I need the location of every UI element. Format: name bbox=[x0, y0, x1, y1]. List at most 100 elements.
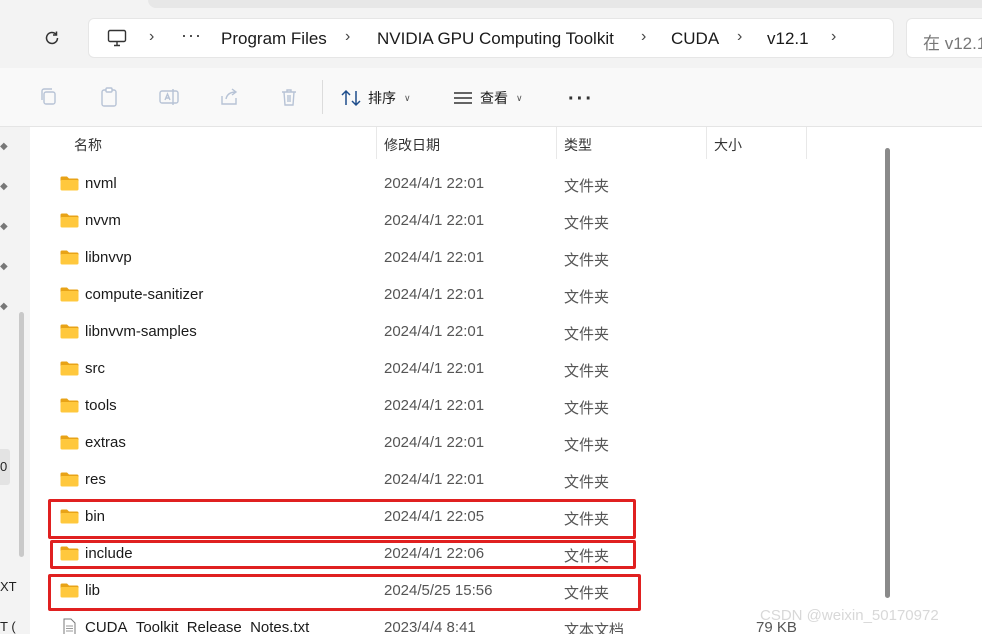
sort-button[interactable]: 排序 ∨ bbox=[340, 86, 411, 110]
breadcrumb-nvidia-toolkit[interactable]: NVIDIA GPU Computing Toolkit bbox=[377, 29, 614, 49]
command-bar: 排序 ∨ 查看 ∨ ··· bbox=[0, 68, 982, 127]
view-button[interactable]: 查看 ∨ bbox=[452, 86, 523, 110]
refresh-button[interactable] bbox=[40, 26, 64, 50]
file-type: 文件夹 bbox=[564, 363, 610, 380]
folder-icon bbox=[60, 287, 79, 302]
copy-icon[interactable] bbox=[38, 86, 60, 108]
column-header-size[interactable]: 大小 bbox=[707, 127, 807, 159]
file-name: bin bbox=[85, 508, 106, 525]
nav-item-fragment[interactable]: 0 bbox=[0, 459, 7, 474]
breadcrumb-program-files[interactable]: Program Files bbox=[221, 29, 327, 49]
file-type: 文件夹 bbox=[564, 548, 610, 565]
delete-icon[interactable] bbox=[278, 86, 300, 108]
pin-icon[interactable]: ◆ bbox=[0, 261, 8, 272]
file-row[interactable]: nvvm 2024/4/1 22:01 文件夹 bbox=[32, 202, 872, 239]
search-placeholder: 在 v12.1 bbox=[923, 34, 982, 53]
paste-icon[interactable] bbox=[98, 86, 120, 108]
file-date: 2024/4/1 22:01 bbox=[384, 323, 485, 340]
file-row[interactable]: tools 2024/4/1 22:01 文件夹 bbox=[32, 387, 872, 424]
nav-item-fragment[interactable]: T ( bbox=[0, 619, 16, 634]
pin-icon[interactable]: ◆ bbox=[0, 181, 8, 192]
file-row[interactable]: libnvvp 2024/4/1 22:01 文件夹 bbox=[32, 239, 872, 276]
column-header-date[interactable]: 修改日期 bbox=[377, 127, 557, 159]
file-name: res bbox=[85, 471, 106, 488]
chevron-right-icon[interactable]: › bbox=[737, 28, 742, 46]
vertical-scrollbar[interactable] bbox=[885, 148, 890, 598]
breadcrumb-v12-1[interactable]: v12.1 bbox=[767, 29, 809, 49]
file-type: 文件夹 bbox=[564, 585, 610, 602]
pin-icon[interactable]: ◆ bbox=[0, 221, 8, 232]
share-icon[interactable] bbox=[218, 86, 240, 108]
column-size-label: 大小 bbox=[714, 137, 742, 153]
chevron-right-icon[interactable]: › bbox=[345, 28, 350, 46]
file-name: tools bbox=[85, 397, 117, 414]
file-date: 2024/4/1 22:01 bbox=[384, 397, 485, 414]
pin-icon[interactable]: ◆ bbox=[0, 141, 8, 152]
file-date: 2024/4/1 22:01 bbox=[384, 175, 485, 192]
file-row[interactable]: bin 2024/4/1 22:05 文件夹 bbox=[32, 498, 872, 535]
file-type: 文件夹 bbox=[564, 215, 610, 232]
file-type: 文件夹 bbox=[564, 474, 610, 491]
file-name: lib bbox=[85, 582, 101, 599]
sort-icon bbox=[341, 89, 361, 107]
file-date: 2024/4/1 22:01 bbox=[384, 249, 485, 266]
breadcrumb-overflow-button[interactable]: ··· bbox=[181, 25, 202, 46]
folder-icon bbox=[60, 398, 79, 413]
folder-icon bbox=[60, 213, 79, 228]
file-row[interactable]: libnvvm-samples 2024/4/1 22:01 文件夹 bbox=[32, 313, 872, 350]
folder-icon bbox=[60, 509, 79, 524]
this-pc-icon[interactable] bbox=[107, 29, 127, 47]
file-date: 2024/4/1 22:01 bbox=[384, 434, 485, 451]
navigation-scrollbar[interactable] bbox=[19, 312, 24, 557]
file-name: compute-sanitizer bbox=[85, 286, 204, 303]
file-name: include bbox=[85, 545, 133, 562]
chevron-right-icon[interactable]: › bbox=[641, 28, 646, 46]
column-header-type[interactable]: 类型 bbox=[557, 127, 707, 159]
file-date: 2024/4/1 22:01 bbox=[384, 360, 485, 377]
file-type: 文件夹 bbox=[564, 437, 610, 454]
chevron-right-icon[interactable]: › bbox=[149, 28, 154, 46]
file-row[interactable]: CUDA_Toolkit_Release_Notes.txt 2023/4/4 8… bbox=[32, 609, 872, 634]
column-name-label: 名称 bbox=[74, 137, 102, 153]
sort-label: 排序 bbox=[368, 90, 396, 106]
file-row[interactable]: nvml 2024/4/1 22:01 文件夹 bbox=[32, 165, 872, 202]
file-type: 文件夹 bbox=[564, 252, 610, 269]
folder-icon bbox=[60, 361, 79, 376]
chevron-down-icon: ∨ bbox=[516, 92, 523, 103]
watermark: CSDN @weixin_50170972 bbox=[760, 607, 939, 624]
file-name: libnvvm-samples bbox=[85, 323, 197, 340]
folder-icon bbox=[60, 472, 79, 487]
see-more-button[interactable]: ··· bbox=[568, 88, 594, 111]
view-icon bbox=[454, 92, 472, 104]
search-input[interactable]: 在 v12.1 bbox=[906, 18, 982, 58]
breadcrumb-cuda[interactable]: CUDA bbox=[671, 29, 719, 49]
file-row[interactable]: extras 2024/4/1 22:01 文件夹 bbox=[32, 424, 872, 461]
chevron-down-icon: ∨ bbox=[404, 92, 411, 103]
file-row[interactable]: include 2024/4/1 22:06 文件夹 bbox=[32, 535, 872, 572]
folder-icon bbox=[60, 250, 79, 265]
file-row[interactable]: lib 2024/5/25 15:56 文件夹 bbox=[32, 572, 872, 609]
chevron-right-icon[interactable]: › bbox=[831, 28, 836, 46]
file-date: 2024/4/1 22:05 bbox=[384, 508, 485, 525]
file-date: 2023/4/4 8:41 bbox=[384, 619, 476, 634]
column-header-name[interactable]: 名称 bbox=[32, 127, 378, 159]
folder-icon bbox=[60, 324, 79, 339]
file-row[interactable]: compute-sanitizer 2024/4/1 22:01 文件夹 bbox=[32, 276, 872, 313]
column-divider[interactable] bbox=[806, 127, 807, 159]
pin-icon[interactable]: ◆ bbox=[0, 301, 8, 312]
nav-item-fragment[interactable]: XT bbox=[0, 579, 17, 594]
file-list: 名称 ^ 修改日期 类型 大小 nvml 2024/4/1 22:01 文件夹 nvv… bbox=[32, 127, 982, 634]
column-type-label: 类型 bbox=[564, 137, 592, 153]
rename-icon[interactable] bbox=[158, 86, 180, 108]
file-type: 文本文档 bbox=[564, 622, 625, 634]
file-row[interactable]: src 2024/4/1 22:01 文件夹 bbox=[32, 350, 872, 387]
file-date: 2024/4/1 22:01 bbox=[384, 286, 485, 303]
file-type: 文件夹 bbox=[564, 511, 610, 528]
address-bar[interactable]: › ··· Program Files › NVIDIA GPU Computi… bbox=[88, 18, 894, 58]
file-name: nvml bbox=[85, 175, 117, 192]
text-file-icon bbox=[63, 618, 76, 634]
folder-icon bbox=[60, 583, 79, 598]
file-row[interactable]: res 2024/4/1 22:01 文件夹 bbox=[32, 461, 872, 498]
file-date: 2024/4/1 22:01 bbox=[384, 212, 485, 229]
folder-icon bbox=[60, 546, 79, 561]
